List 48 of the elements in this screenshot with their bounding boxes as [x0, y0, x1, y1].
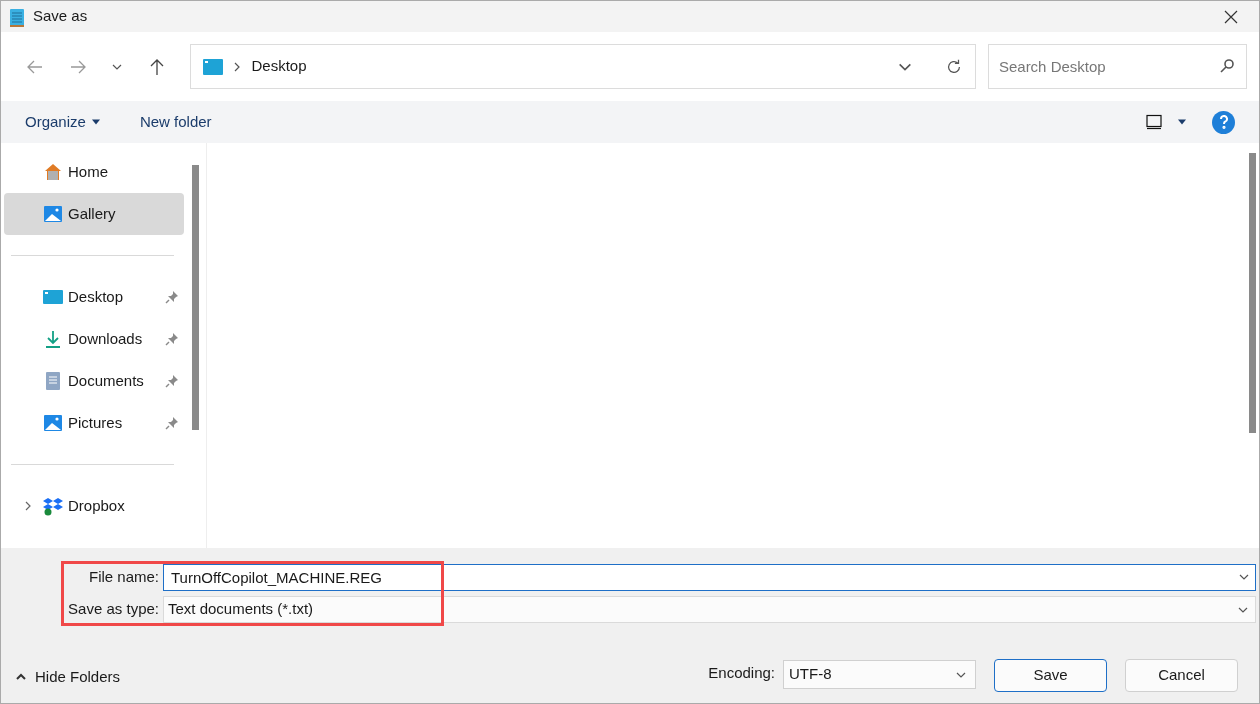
window-title: Save as	[33, 6, 89, 27]
help-button[interactable]	[1212, 110, 1235, 134]
document-icon	[43, 371, 63, 391]
sidebar-label: Home	[68, 161, 109, 182]
encoding-dropdown[interactable]: UTF-8	[783, 660, 976, 689]
picture-icon	[43, 204, 63, 224]
file-name-field[interactable]: TurnOffCopilot_MACHINE.REG	[163, 564, 1256, 591]
caret-icon	[1178, 119, 1186, 125]
sidebar-label: Dropbox	[68, 495, 126, 516]
sidebar-label: Desktop	[68, 286, 125, 307]
sidebar-item[interactable]: Gallery	[4, 193, 184, 235]
file-name-label: File name:	[87, 567, 160, 588]
save-type-label: Save as type:	[67, 599, 160, 620]
sidebar-label: Downloads	[68, 328, 144, 349]
desktop-icon	[43, 287, 63, 307]
search-icon	[1219, 58, 1235, 74]
house-icon	[43, 162, 63, 182]
location-text: Desktop	[251, 56, 308, 77]
picture-icon	[43, 413, 63, 433]
dialog-button[interactable]: Cancel	[1125, 659, 1238, 692]
notepad-icon	[9, 6, 25, 27]
pane-icon	[1146, 114, 1162, 130]
sidebar-item[interactable]: Desktop	[4, 276, 184, 318]
encoding-label: Encoding:	[708, 662, 775, 683]
search-field[interactable]: Search Desktop	[987, 44, 1247, 89]
view-button[interactable]	[1146, 114, 1186, 130]
close-icon	[1223, 8, 1239, 25]
sidebar-item[interactable]: Downloads	[4, 318, 184, 360]
save-type-dropdown[interactable]: Text documents (*.txt)	[163, 596, 1256, 623]
sidebar-item[interactable]: Home	[4, 151, 184, 193]
hide-folders-button[interactable]: Hide Folders	[15, 662, 121, 692]
desktop-icon	[203, 58, 224, 75]
sidebar-label: Documents	[68, 370, 145, 391]
dialog-button[interactable]: Save	[994, 659, 1107, 692]
dropbox-icon	[43, 496, 63, 516]
scrollbar-thumb[interactable]	[191, 165, 199, 430]
new-folder-button[interactable]: New folder	[139, 110, 212, 134]
sidebar-item[interactable]: Dropbox	[4, 485, 184, 527]
organize-button[interactable]: Organize	[25, 110, 100, 134]
download-icon	[43, 329, 63, 349]
sidebar-label: Gallery	[68, 203, 117, 224]
question-mark-icon	[1217, 115, 1230, 129]
sidebar-label: Pictures	[68, 412, 124, 433]
sidebar-item[interactable]: Documents	[4, 360, 184, 402]
caret-icon	[91, 119, 100, 125]
address-bar[interactable]: Desktop	[190, 44, 976, 89]
sidebar-item[interactable]: Pictures	[4, 402, 184, 444]
scrollbar-thumb[interactable]	[1248, 153, 1256, 433]
